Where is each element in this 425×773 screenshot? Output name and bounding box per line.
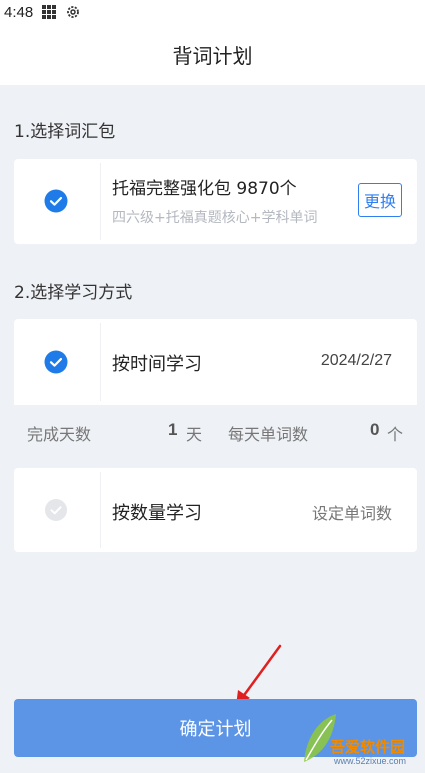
grid-icon [42, 5, 57, 19]
section-title-package: 1.选择词汇包 [14, 122, 116, 142]
package-name: 托福完整强化包 9870个 [112, 179, 297, 199]
watermark-text: 吾爱软件园 [330, 738, 406, 756]
card-divider [100, 163, 101, 240]
section-title-method: 2.选择学习方式 [14, 283, 133, 303]
check-icon[interactable] [44, 350, 68, 374]
page-title: 背词计划 [172, 44, 253, 68]
page-header: 背词计划 [0, 24, 425, 85]
package-description: 四六级+托福真题核心+学科单词 [112, 210, 318, 226]
daily-words-value[interactable]: 0 [370, 420, 379, 440]
card-divider [100, 472, 101, 548]
change-package-button[interactable]: 更换 [358, 183, 402, 217]
by-time-label: 按时间学习 [112, 354, 202, 375]
check-icon[interactable] [44, 189, 68, 213]
package-card[interactable] [14, 159, 417, 244]
status-bar: 4:48 [0, 0, 425, 24]
check-icon[interactable] [44, 498, 68, 522]
by-time-date[interactable]: 2024/2/27 [321, 352, 392, 370]
days-value[interactable]: 1 [168, 420, 177, 440]
daily-words-label: 每天单词数 [228, 425, 309, 444]
card-divider [100, 323, 101, 401]
status-time: 4:48 [4, 3, 34, 21]
gear-icon [67, 6, 80, 18]
time-stats-row: 完成天数 1 天 每天单词数 0 个 [14, 405, 417, 457]
days-label: 完成天数 [27, 425, 92, 444]
daily-words-unit: 个 [387, 425, 404, 444]
by-count-value[interactable]: 设定单词数 [312, 500, 392, 524]
by-count-label: 按数量学习 [112, 503, 202, 524]
watermark: 吾爱软件园 www.52zixue.com [300, 700, 420, 770]
days-unit: 天 [186, 425, 203, 444]
watermark-url: www.52zixue.com [334, 756, 407, 766]
